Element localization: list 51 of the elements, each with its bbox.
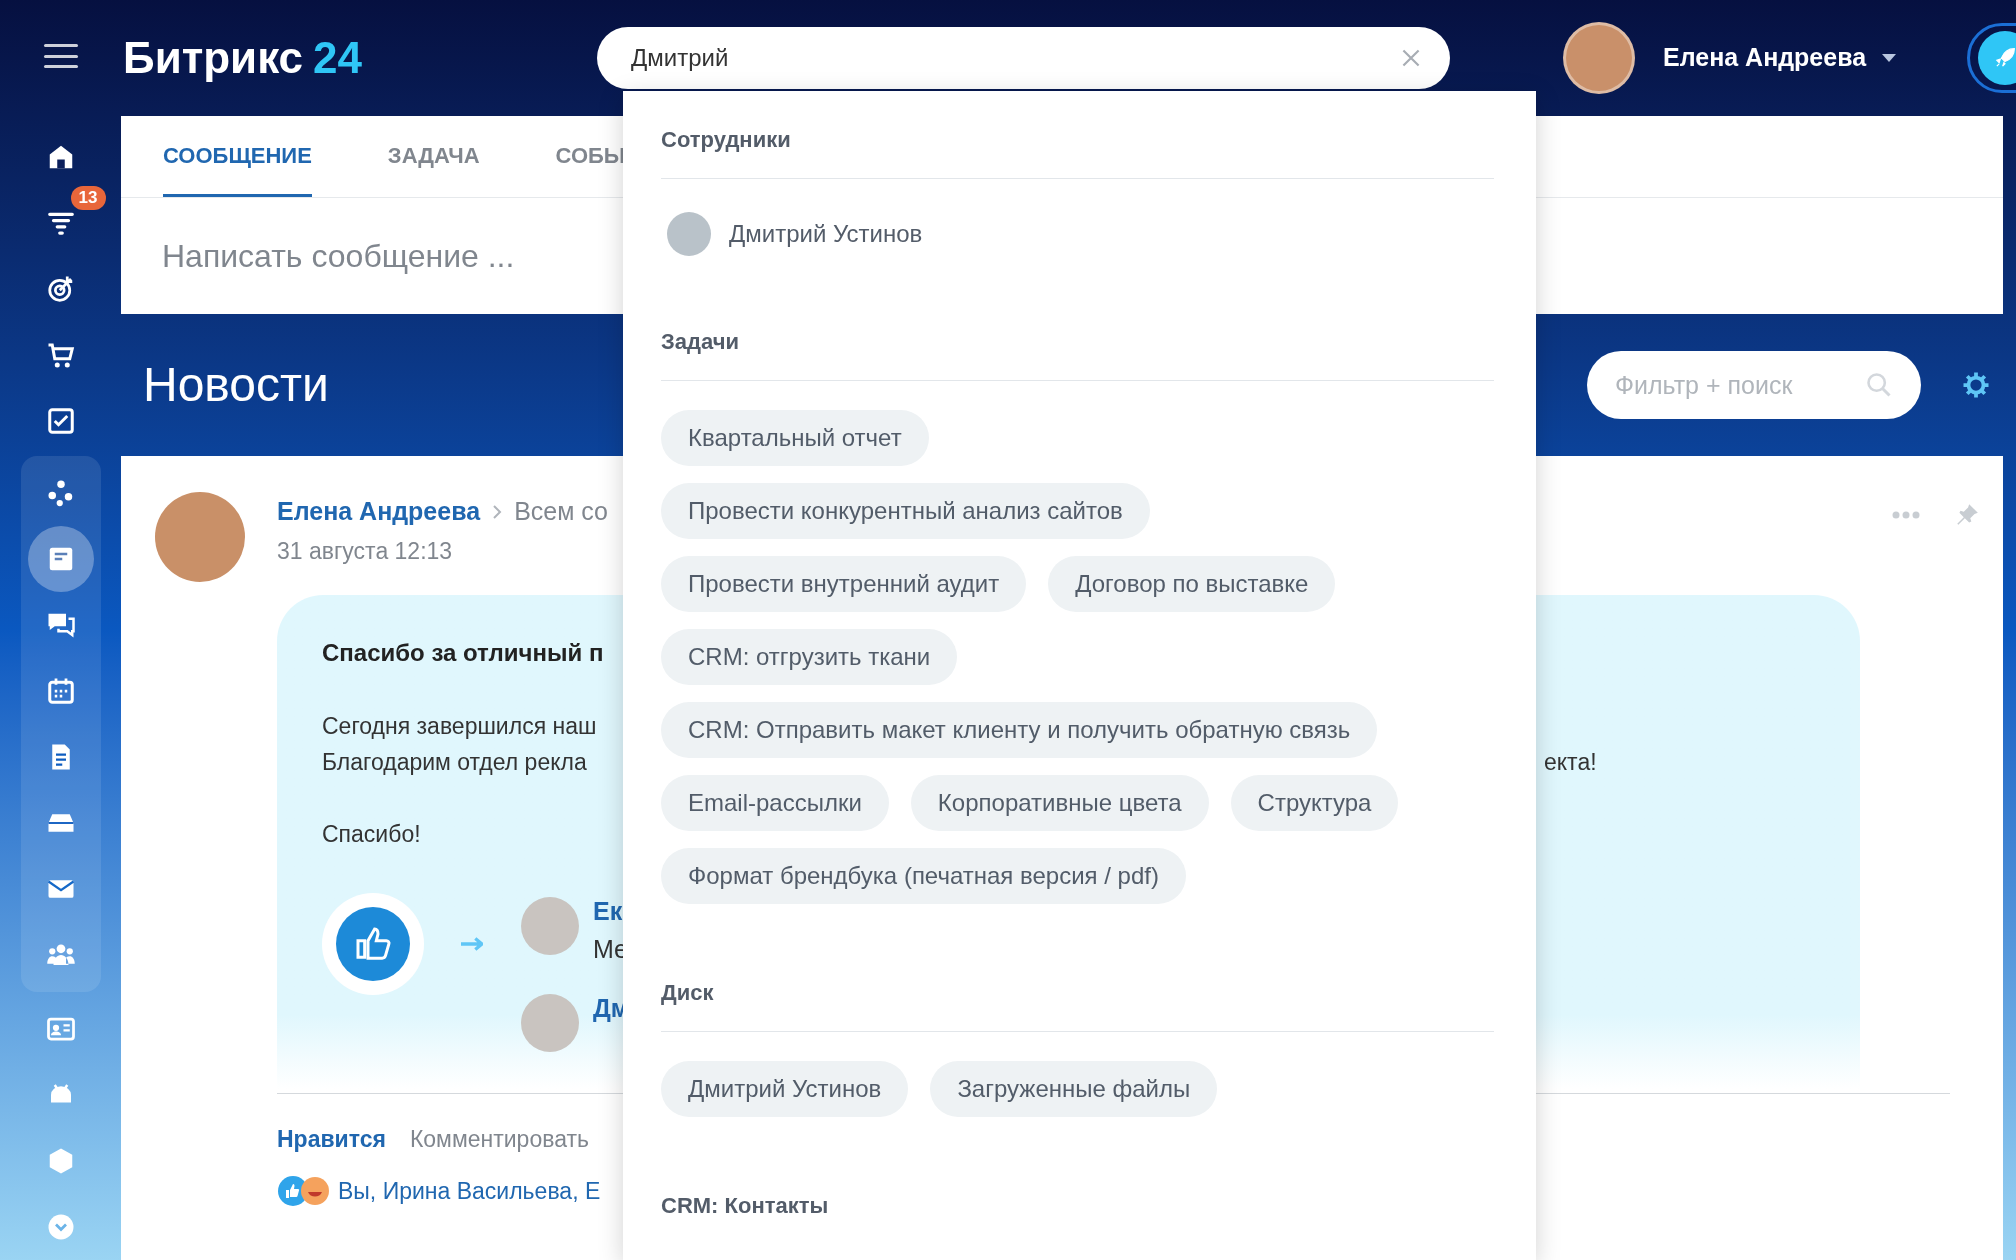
result-chip[interactable]: Квартальный отчет [661,410,929,466]
result-chip[interactable]: Корпоративные цвета [910,775,1209,831]
more-icon [1892,511,1920,519]
composer-tab[interactable]: СОБЫ [555,116,626,197]
logo-text: Битрикс [123,32,304,84]
logo-number: 24 [313,32,362,84]
settings-icon [1961,370,1991,400]
search-icon [1865,371,1893,399]
filter-search-field[interactable]: Фильтр + поиск [1587,351,1921,419]
result-chip[interactable]: Договор по выставке [1048,556,1336,612]
search-field[interactable]: Дмитрий [597,27,1450,89]
caret-icon [1882,54,1897,62]
chevron-right-icon [492,504,503,520]
section-heading: CRM: Контакты [661,1192,830,1220]
notification-badge: 13 [70,186,106,210]
result-chip[interactable]: Провести внутренний аудит [661,556,1027,612]
checkbox-icon [45,406,76,436]
composer-tab[interactable]: ЗАДАЧА [387,116,480,197]
pin-icon [1954,502,1980,528]
result-chip[interactable]: Загруженные файлы [930,1061,1218,1117]
post-text: екта! [1544,747,1597,775]
user-name[interactable]: Елена Андреева [1663,39,1867,77]
composer-tab[interactable]: СООБЩЕНИЕ [163,116,312,197]
post-text: Благодарим отдел рекла [322,747,588,775]
employee-result[interactable]: Дмитрий Устинов [729,216,923,252]
reactions-link[interactable]: Вы, Ирина Васильева, Е [338,1174,601,1209]
post-text: Спасибо! [322,819,421,849]
post-title: Спасибо за отличный п [322,637,604,668]
post-date: 31 августа 12:13 [277,537,453,566]
result-chip[interactable]: Формат брендбука (печатная версия / pdf) [661,848,1186,904]
author-link[interactable]: Елена Андреева [277,493,481,531]
result-chip[interactable]: CRM: Отправить макет клиенту и получить обратную связь [661,702,1378,758]
reactions-icon [277,1175,330,1208]
avatar-photo-placeholder [667,212,711,256]
result-chip[interactable]: Провести конкурентный анализ сайтов [661,483,1150,539]
section-heading: Диск [661,979,715,1007]
section-heading: Задачи [661,328,740,356]
result-chip[interactable]: CRM: отгрузить ткани [661,629,958,685]
result-chip[interactable]: Email-рассылки [661,775,889,831]
result-chip[interactable]: Структура [1230,775,1399,831]
like-link[interactable]: Нравится [277,1121,386,1156]
menu-button[interactable] [43,44,78,68]
arrow-right-icon [461,937,483,951]
audience-text: Всем со [514,496,609,528]
message-input[interactable]: Написать сообщение ... [162,232,602,280]
post-text: Сегодня завершился наш [322,711,598,739]
calendar-icon [45,676,76,706]
section-heading: Сотрудники [661,126,792,154]
comment-link[interactable]: Комментировать [409,1121,589,1156]
result-chip[interactable]: Дмитрий Устинов [661,1061,909,1117]
page-title: Новости [143,357,329,413]
